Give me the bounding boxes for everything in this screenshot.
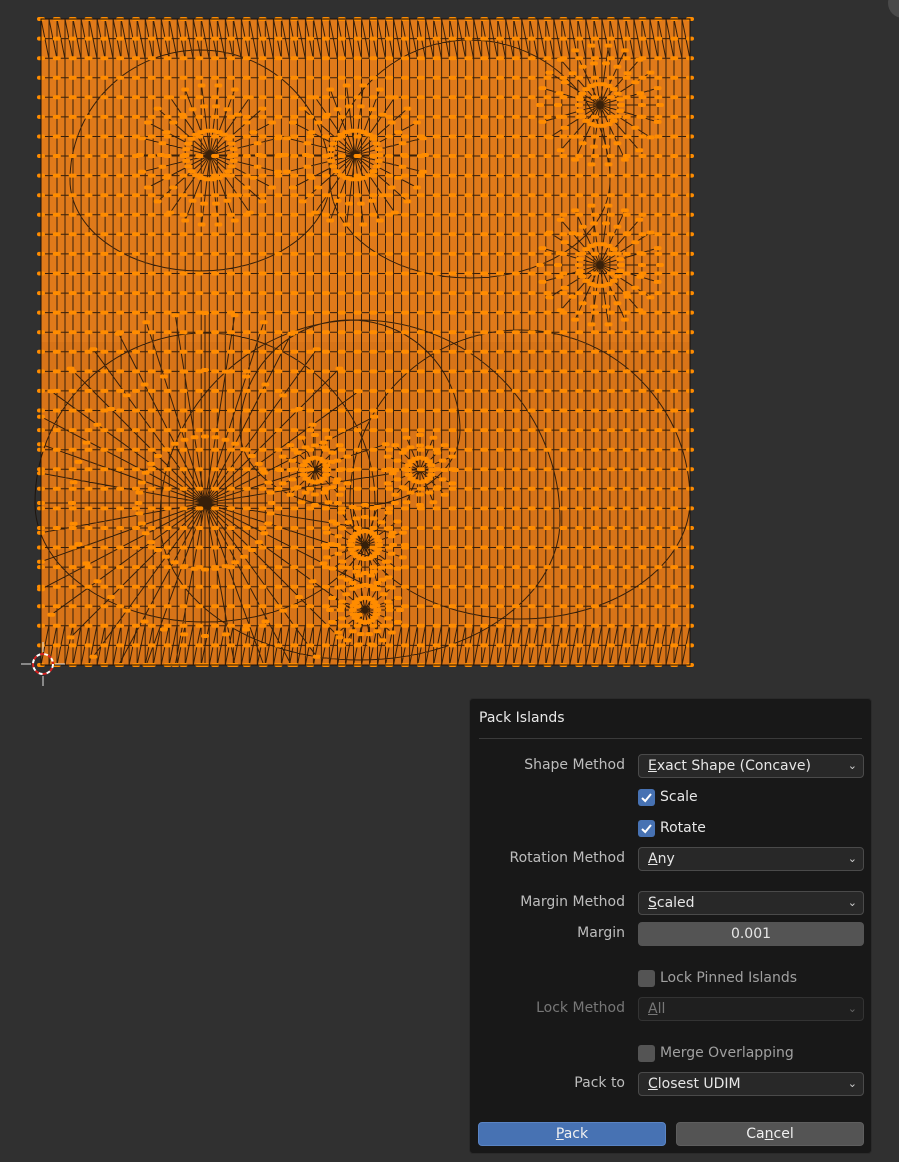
margin-field[interactable]: 0.001 [638, 922, 864, 946]
scale-label: Scale [660, 789, 698, 805]
scale-checkbox[interactable] [638, 788, 655, 806]
shape-method-mnemonic: E [648, 758, 657, 774]
pack-to-value: losest UDIM [657, 1076, 741, 1092]
shape-method-label: Shape Method [524, 757, 625, 773]
cancel-button-label: cel [773, 1126, 794, 1142]
rotation-method-dropdown[interactable]: Any ⌄ [638, 847, 864, 871]
shape-method-dropdown[interactable]: Exact Shape (Concave) ⌄ [638, 754, 864, 778]
pack-to-label: Pack to [574, 1075, 625, 1091]
lock-method-label: Lock Method [536, 1000, 625, 1016]
shape-method-value: xact Shape (Concave) [656, 758, 811, 774]
margin-method-label: Margin Method [520, 894, 625, 910]
cancel-button-pre: Ca [746, 1126, 765, 1142]
uv-editor-canvas[interactable] [0, 0, 899, 690]
uv-mesh [34, 17, 694, 667]
chevron-down-icon: ⌄ [847, 896, 857, 909]
lock-method-dropdown: All ⌄ [638, 997, 864, 1021]
margin-method-dropdown[interactable]: Scaled ⌄ [638, 891, 864, 915]
pack-button[interactable]: Pack [478, 1122, 666, 1146]
lock-pinned-label: Lock Pinned Islands [660, 970, 798, 986]
pack-to-dropdown[interactable]: Closest UDIM ⌄ [638, 1072, 864, 1096]
margin-method-value: caled [656, 895, 695, 911]
pack-button-mnemonic: P [555, 1126, 564, 1142]
lock-method-mnemonic: A [648, 1001, 658, 1017]
lock-method-value: ll [657, 1001, 666, 1017]
scale-checkbox-row[interactable]: Scale [638, 787, 698, 807]
merge-overlapping-label: Merge Overlapping [660, 1045, 794, 1061]
chevron-down-icon: ⌄ [847, 759, 857, 772]
dialog-title: Pack Islands [479, 710, 565, 726]
rotation-method-mnemonic: A [648, 851, 658, 867]
chevron-down-icon: ⌄ [847, 852, 857, 865]
cancel-button[interactable]: Cancel [676, 1122, 864, 1146]
rotate-checkbox-row[interactable]: Rotate [638, 818, 706, 838]
lock-pinned-checkbox[interactable] [638, 969, 655, 987]
chevron-down-icon: ⌄ [847, 1002, 857, 1015]
title-divider [479, 738, 862, 739]
rotation-method-label: Rotation Method [509, 850, 625, 866]
checkmark-icon [641, 823, 652, 833]
rotate-label: Rotate [660, 820, 706, 836]
lock-pinned-checkbox-row[interactable]: Lock Pinned Islands [638, 968, 797, 988]
cancel-button-mnemonic: n [764, 1126, 774, 1142]
pack-button-label: ack [563, 1126, 589, 1142]
pack-islands-dialog: Pack Islands Shape Method Exact Shape (C… [469, 698, 872, 1154]
margin-label: Margin [577, 925, 625, 941]
chevron-down-icon: ⌄ [847, 1077, 857, 1090]
margin-method-mnemonic: S [648, 895, 657, 911]
merge-overlapping-checkbox[interactable] [638, 1044, 655, 1062]
checkmark-icon [641, 792, 652, 802]
merge-overlapping-checkbox-row[interactable]: Merge Overlapping [638, 1043, 794, 1063]
rotate-checkbox[interactable] [638, 819, 655, 837]
rotation-method-value: ny [657, 851, 675, 867]
pack-to-mnemonic: C [648, 1076, 658, 1092]
